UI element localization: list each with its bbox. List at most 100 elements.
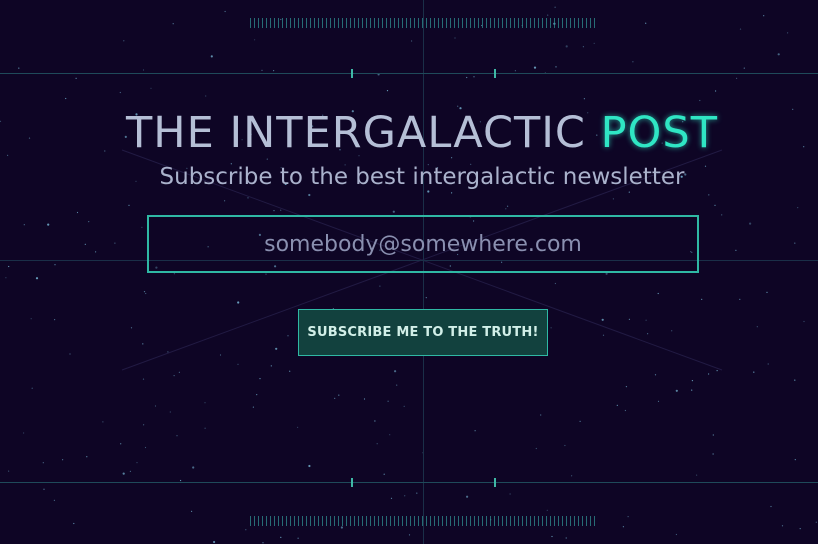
star: [654, 374, 657, 376]
star: [173, 273, 175, 275]
star: [150, 87, 152, 89]
star: [767, 363, 769, 365]
star: [505, 208, 507, 210]
star: [224, 200, 226, 202]
star: [172, 23, 174, 25]
star: [794, 242, 796, 244]
star: [123, 40, 125, 42]
star: [219, 354, 222, 356]
star: [555, 66, 557, 68]
star: [408, 534, 411, 536]
star: [261, 69, 263, 71]
star: [763, 15, 765, 17]
bottom-ruler: [250, 516, 597, 526]
star: [389, 434, 391, 436]
star: [582, 46, 585, 48]
star: [579, 420, 581, 422]
star: [363, 398, 366, 400]
star: [102, 421, 104, 423]
subscribe-button[interactable]: SUBSCRIBE ME TO THE TRUTH!: [298, 309, 548, 356]
star: [571, 475, 573, 477]
star: [265, 273, 267, 275]
star: [427, 190, 430, 193]
star: [647, 333, 649, 335]
star: [392, 210, 395, 213]
star: [154, 405, 157, 407]
star: [533, 66, 537, 69]
email-field[interactable]: [147, 215, 699, 273]
star: [73, 522, 75, 525]
star: [31, 387, 33, 389]
star: [739, 28, 742, 30]
star: [210, 55, 213, 58]
star: [535, 447, 537, 450]
star: [8, 265, 10, 268]
star: [297, 426, 299, 428]
star: [143, 291, 146, 293]
star: [507, 205, 509, 207]
star: [691, 389, 693, 391]
star: [289, 370, 291, 372]
star: [394, 370, 397, 373]
star: [803, 320, 805, 323]
top-ruler: [250, 18, 597, 28]
star: [565, 45, 568, 48]
star: [143, 424, 145, 426]
star: [273, 70, 275, 72]
star: [753, 371, 755, 373]
star: [142, 343, 144, 345]
star: [675, 389, 678, 392]
star: [627, 516, 629, 518]
star: [547, 14, 549, 16]
star: [35, 277, 39, 280]
star: [657, 400, 660, 402]
star: [122, 472, 125, 475]
star: [451, 192, 453, 194]
star: [735, 249, 737, 251]
star: [128, 204, 130, 206]
star: [675, 533, 678, 536]
star: [54, 264, 56, 266]
star: [756, 326, 758, 328]
bottom-left-tick: [351, 478, 353, 487]
star: [712, 434, 714, 436]
star: [254, 39, 256, 41]
star: [736, 77, 738, 79]
star: [42, 462, 44, 464]
page-title: THE INTERGALACTIC POST: [0, 108, 818, 158]
star: [30, 318, 32, 320]
star: [167, 351, 169, 353]
star: [287, 335, 289, 337]
star: [75, 77, 77, 79]
star: [554, 282, 557, 285]
star: [473, 76, 475, 78]
star: [141, 226, 143, 228]
star: [308, 193, 311, 197]
star: [770, 505, 772, 508]
star: [701, 298, 703, 300]
star: [777, 53, 780, 56]
star: [799, 528, 801, 530]
star: [47, 223, 50, 226]
star: [192, 466, 195, 469]
star: [130, 327, 133, 329]
star: [622, 526, 625, 528]
star: [411, 40, 413, 42]
star: [403, 405, 405, 407]
star: [224, 10, 226, 13]
star: [645, 22, 647, 24]
star: [387, 400, 389, 402]
star: [145, 292, 147, 295]
star: [280, 536, 282, 539]
star: [671, 330, 673, 332]
star: [794, 459, 796, 461]
star: [340, 526, 343, 529]
star: [262, 542, 264, 544]
star: [76, 211, 79, 214]
star: [142, 378, 145, 380]
star: [252, 406, 254, 408]
star: [593, 42, 595, 45]
star: [457, 105, 459, 107]
star: [612, 198, 615, 200]
star: [797, 207, 799, 209]
